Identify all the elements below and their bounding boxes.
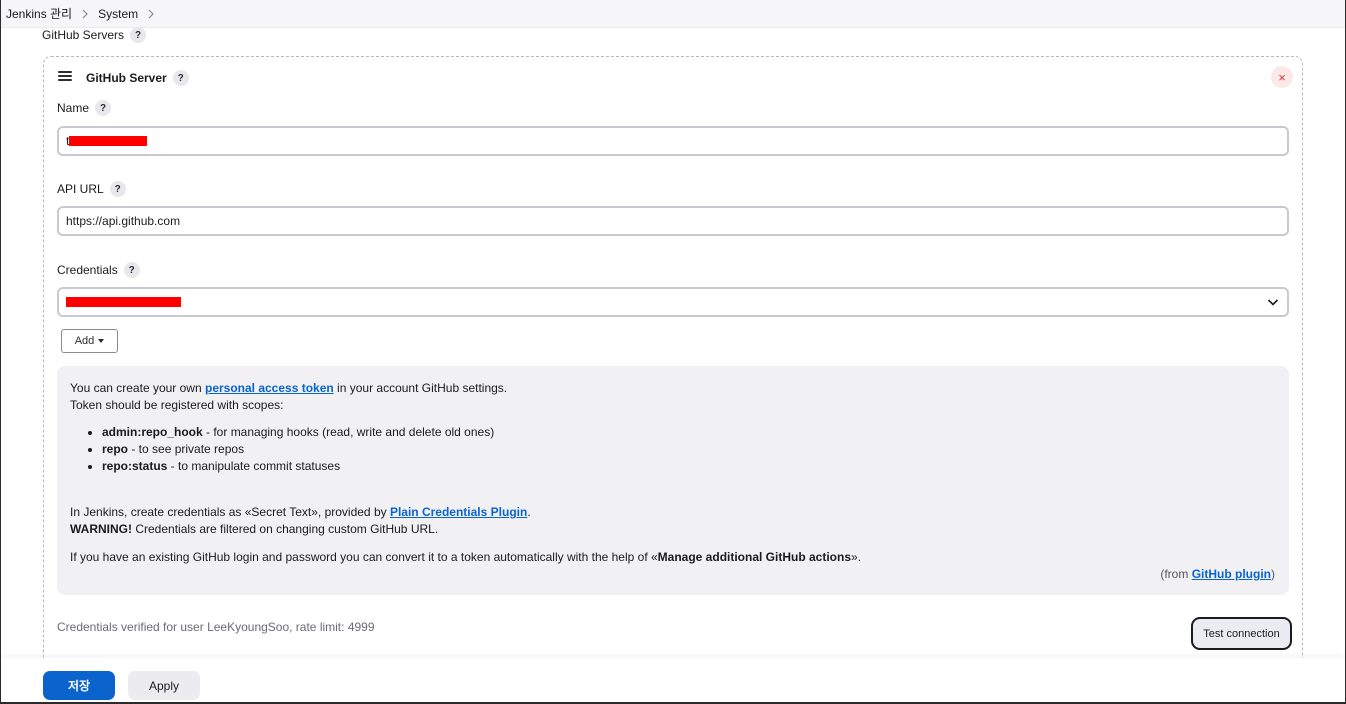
window-border-left (0, 0, 1, 704)
caret-down-icon (98, 339, 105, 343)
drag-handle-icon[interactable] (58, 71, 72, 83)
list-item: repo - to see private repos (102, 441, 494, 458)
github-plugin-link[interactable]: GitHub plugin (1192, 567, 1271, 581)
help-text: in your account GitHub settings. (333, 381, 508, 395)
manage-actions-text: Manage additional GitHub actions (657, 550, 852, 564)
help-text: You can create your own (70, 381, 205, 395)
name-label: Name (57, 101, 90, 115)
help-warning: WARNING! Credentials are filtered on cha… (70, 521, 438, 538)
breadcrumb-item-jenkins-manage[interactable]: Jenkins 관리 (6, 5, 72, 22)
help-icon[interactable]: ? (123, 262, 140, 278)
bottom-action-bar (1, 658, 1345, 702)
add-button-label: Add (74, 335, 95, 347)
help-line-5: If you have an existing GitHub login and… (70, 549, 861, 566)
help-source: (from GitHub plugin) (1160, 566, 1275, 583)
help-icon[interactable]: ? (109, 181, 126, 197)
help-text: In Jenkins, create credentials as «Secre… (70, 505, 390, 519)
help-panel: You can create your own personal access … (57, 366, 1289, 595)
close-icon[interactable]: × (1271, 66, 1293, 88)
scope-name: repo:status (102, 459, 168, 473)
scope-name: admin:repo_hook (102, 425, 203, 439)
breadcrumb-item-system[interactable]: System (98, 7, 138, 21)
name-field-label: Name ? (57, 100, 112, 116)
list-item: repo:status - to manipulate commit statu… (102, 458, 494, 475)
github-servers-heading: GitHub Servers ? (42, 27, 147, 43)
test-connection-button[interactable]: Test connection (1191, 617, 1292, 650)
credentials-label: Credentials (57, 263, 118, 277)
credentials-select[interactable] (57, 287, 1289, 317)
help-text: (from (1160, 567, 1192, 581)
name-input[interactable]: t (57, 126, 1289, 156)
credentials-field-label: Credentials ? (57, 262, 140, 278)
github-server-heading: GitHub Server ? (86, 70, 189, 86)
warning-label: WARNING! (70, 522, 132, 536)
api-url-field-label: API URL ? (57, 181, 126, 197)
api-url-value: https://api.github.com (66, 214, 181, 228)
redacted-credential (66, 297, 181, 307)
chevron-right-icon[interactable] (138, 7, 164, 21)
save-button[interactable]: 저장 (43, 671, 115, 700)
list-item: admin:repo_hook - for managing hooks (re… (102, 424, 494, 441)
help-icon[interactable]: ? (130, 27, 147, 43)
scope-desc: - to see private repos (128, 442, 245, 456)
help-line-3: In Jenkins, create credentials as «Secre… (70, 504, 531, 521)
redacted-name (69, 136, 148, 146)
help-line-2: Token should be registered with scopes: (70, 398, 284, 412)
github-servers-label: GitHub Servers (42, 28, 125, 42)
api-url-input[interactable]: https://api.github.com (57, 206, 1289, 236)
help-text: . (527, 505, 531, 519)
help-text: ) (1271, 567, 1275, 581)
github-server-title: GitHub Server (86, 71, 167, 85)
warning-text: Credentials are filtered on changing cus… (132, 522, 439, 536)
scope-desc: - for managing hooks (read, write and de… (202, 425, 495, 439)
plain-credentials-plugin-link[interactable]: Plain Credentials Plugin (390, 505, 527, 519)
api-url-label: API URL (57, 182, 104, 196)
add-credentials-button[interactable]: Add (61, 329, 118, 353)
breadcrumb: Jenkins 관리 System (1, 0, 1345, 28)
personal-access-token-link[interactable]: personal access token (205, 381, 334, 395)
credentials-verified-status: Credentials verified for user LeeKyoungS… (57, 620, 375, 634)
help-icon[interactable]: ? (95, 100, 112, 116)
chevron-down-icon (1267, 296, 1279, 311)
apply-button[interactable]: Apply (128, 671, 200, 700)
chevron-right-icon (72, 7, 98, 21)
help-line-1: You can create your own personal access … (70, 380, 507, 397)
scope-list: admin:repo_hook - for managing hooks (re… (70, 424, 494, 475)
scope-name: repo (102, 442, 129, 456)
help-icon[interactable]: ? (172, 70, 189, 86)
help-text: If you have an existing GitHub login and… (70, 550, 658, 564)
help-text: ». (851, 550, 862, 564)
scope-desc: - to manipulate commit statuses (167, 459, 341, 473)
